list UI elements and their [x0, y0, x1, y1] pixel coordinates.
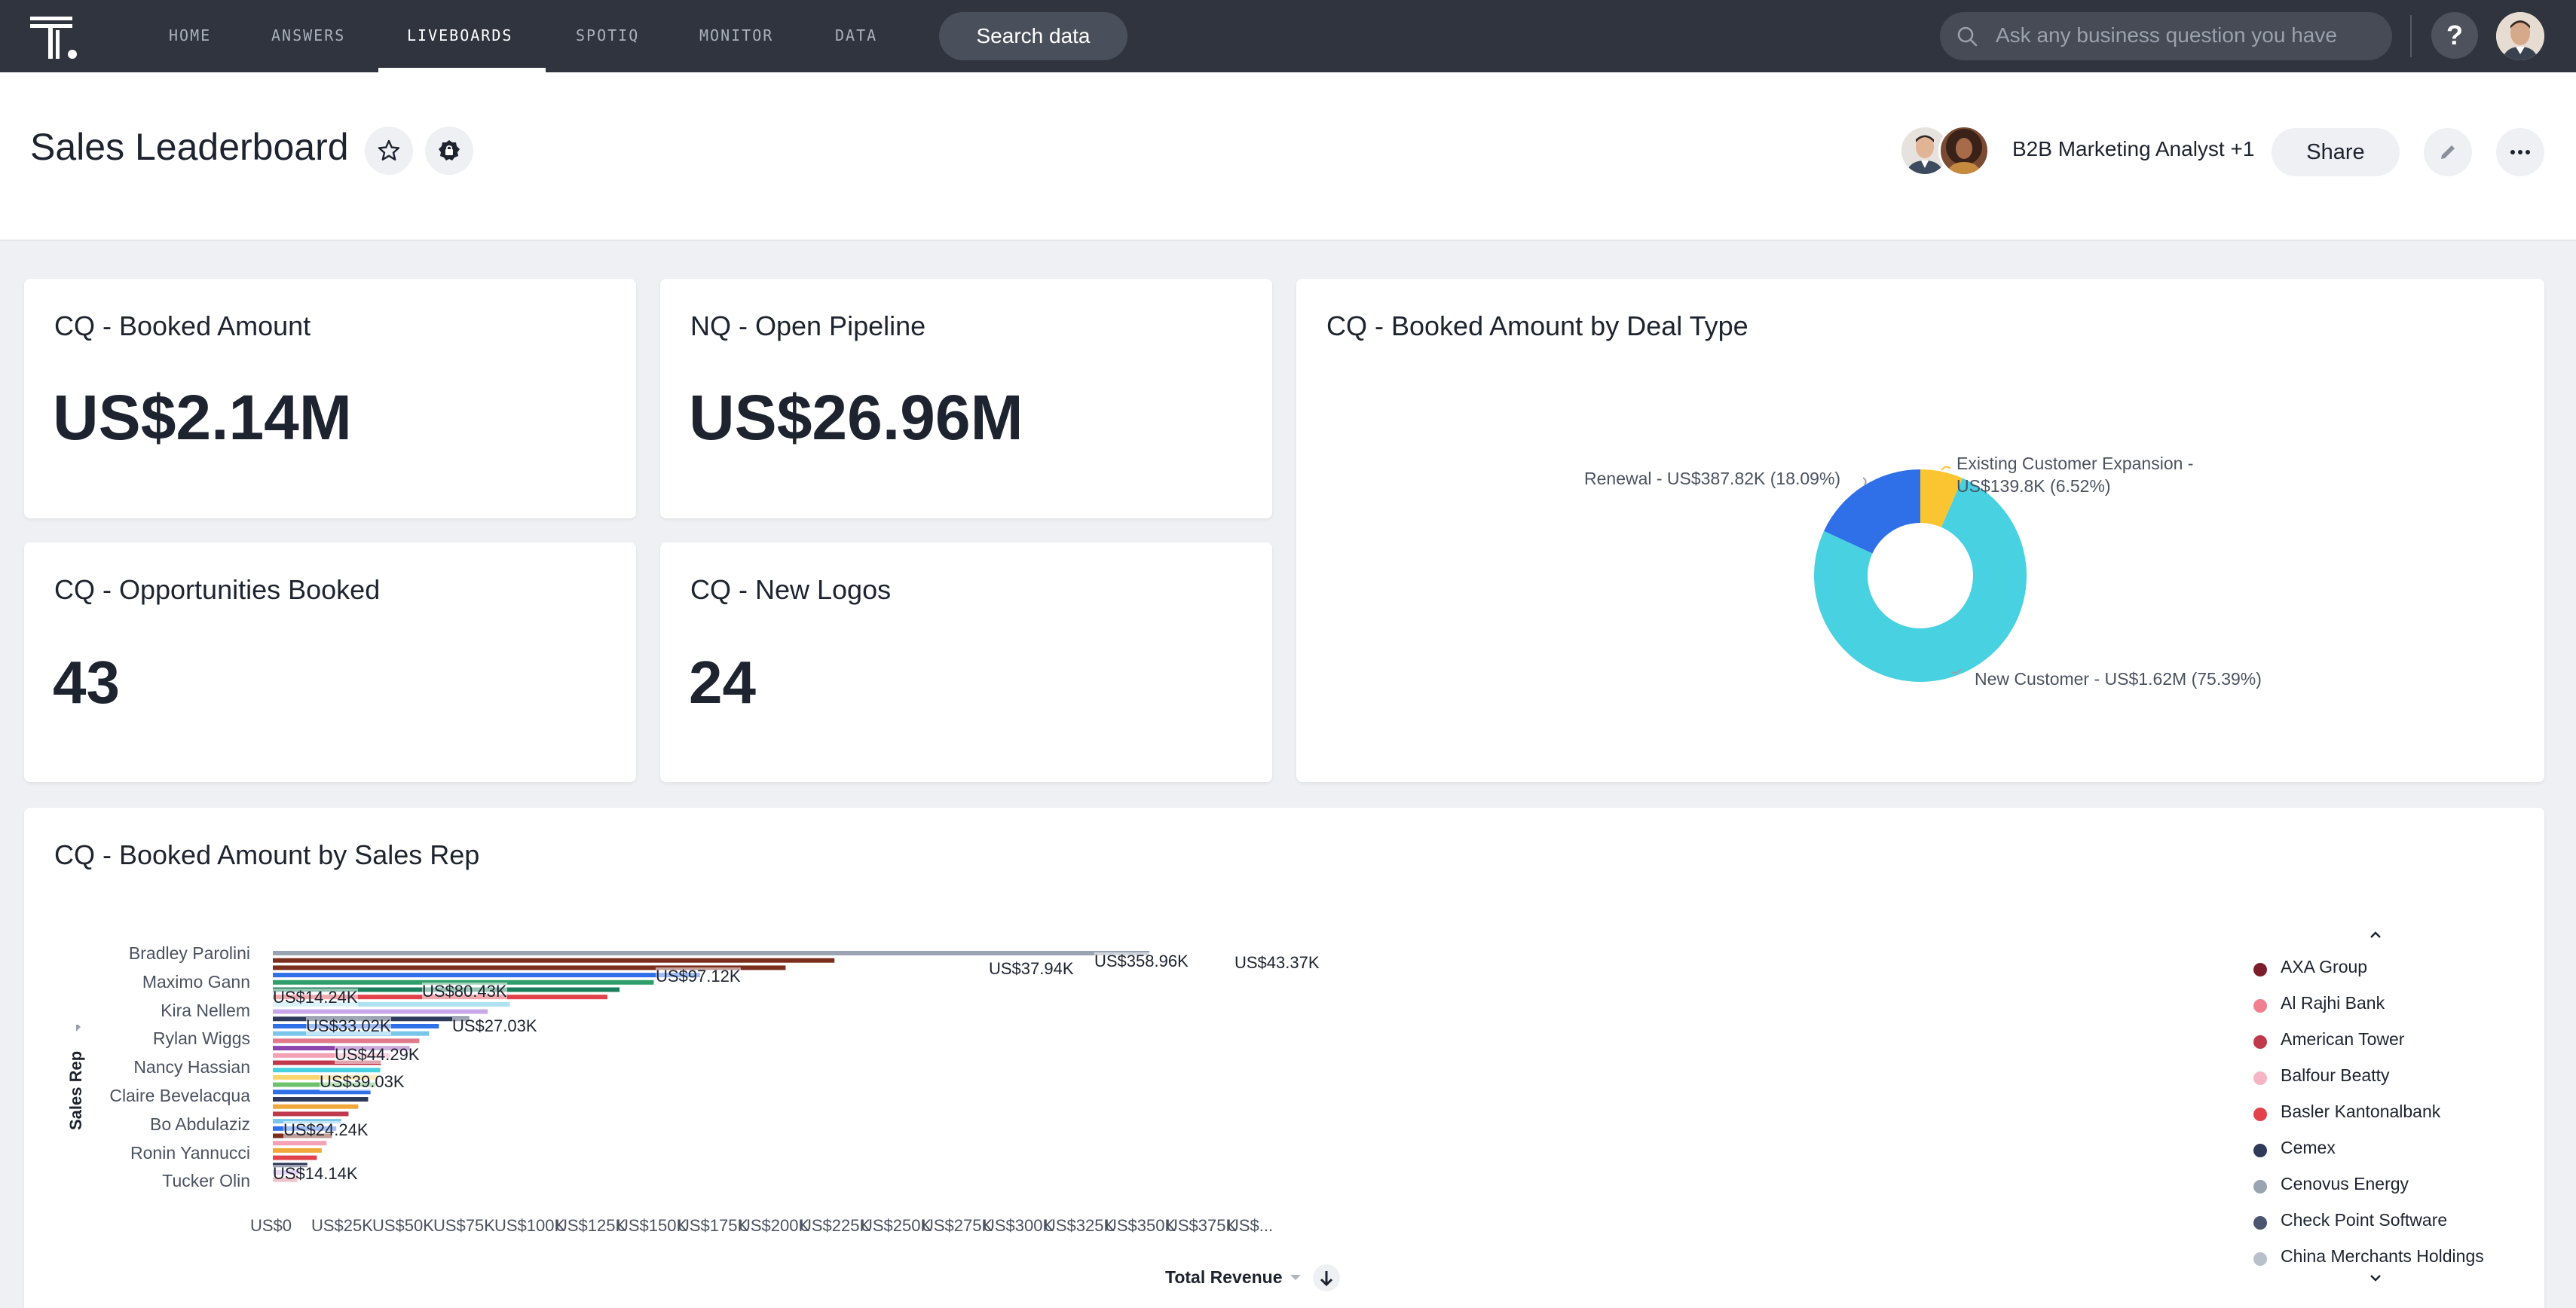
kpi-value: 43 — [53, 649, 120, 716]
star-icon — [378, 139, 400, 160]
verified-lock-button[interactable] — [425, 127, 473, 175]
ask-placeholder: Ask any business question you have — [1996, 23, 2337, 47]
nav-answers[interactable]: ANSWERS — [271, 0, 345, 72]
share-button[interactable]: Share — [2272, 128, 2400, 176]
legend-dot — [2253, 1108, 2267, 1121]
sort-caret-icon[interactable] — [1289, 1270, 1302, 1284]
bar-chart-card[interactable]: CQ - Booked Amount by Sales Rep — [24, 808, 2544, 1308]
favorite-button[interactable] — [365, 127, 413, 175]
nav-home[interactable]: HOME — [169, 0, 211, 72]
ask-question-input[interactable]: Ask any business question you have — [1940, 12, 2392, 60]
top-navigation-bar: HOME ANSWERS LIVEBOARDS SPOTIQ MONITOR D… — [0, 0, 2576, 72]
legend-dot — [2253, 1216, 2267, 1230]
lock-badge-icon — [439, 140, 460, 160]
user-avatar-icon — [2496, 12, 2544, 60]
legend-dot — [2253, 1252, 2267, 1266]
nav-data[interactable]: DATA — [835, 0, 877, 72]
legend-label: Cenovus Energy — [2281, 1174, 2409, 1193]
legend-dot — [2253, 963, 2267, 976]
x-axis-label[interactable]: Total Revenue — [1165, 1267, 1283, 1288]
legend-label: Cemex — [2281, 1138, 2336, 1157]
legend-dot — [2253, 999, 2267, 1013]
page-title: Sales Leaderboard — [30, 126, 349, 168]
search-data-button[interactable]: Search data — [939, 12, 1127, 60]
more-options-button[interactable] — [2496, 128, 2544, 176]
legend-scroll-up-icon[interactable] — [2368, 928, 2383, 940]
legend-label: American Tower — [2281, 1029, 2405, 1049]
slice-label-expansion: Existing Customer Expansion - — [1956, 454, 2194, 473]
liveboard-header: Sales Leaderboard B2B Marketing Analyst … — [0, 72, 2576, 241]
shared-with-text[interactable]: B2B Marketing Analyst +1 — [2012, 137, 2254, 161]
legend-dot — [2253, 1035, 2267, 1049]
kpi-value: US$2.14M — [53, 382, 352, 453]
nav-monitor[interactable]: MONITOR — [699, 0, 773, 72]
legend-label: Al Rajhi Bank — [2281, 993, 2385, 1013]
slice-label-new-customer: New Customer - US$1.62M (75.39%) — [1975, 669, 2262, 689]
more-horizontal-icon — [2510, 150, 2530, 154]
legend-label: AXA Group — [2281, 957, 2368, 976]
donut-chart — [1814, 466, 2027, 682]
slice-label-expansion-value: US$139.8K (6.52%) — [1956, 476, 2111, 496]
legend-dot — [2253, 1180, 2267, 1193]
kpi-card-opportunities-booked[interactable]: CQ - Opportunities Booked 43 — [24, 542, 636, 782]
legend-dot — [2253, 1071, 2267, 1085]
legend-dot — [2253, 1144, 2267, 1157]
shared-avatars[interactable] — [1899, 125, 1997, 178]
kpi-title: NQ - Open Pipeline — [690, 310, 926, 341]
help-button[interactable]: ? — [2431, 12, 2478, 59]
legend-scroll-down-icon[interactable] — [2368, 1272, 2383, 1284]
kpi-value: US$26.96M — [689, 382, 1023, 453]
kpi-card-new-logos[interactable]: CQ - New Logos 24 — [660, 542, 1272, 782]
edit-button[interactable] — [2424, 128, 2472, 176]
legend-label: Basler Kantonalbank — [2281, 1102, 2441, 1121]
kpi-title: CQ - New Logos — [690, 574, 892, 605]
donut-chart-card[interactable]: CQ - Booked Amount by Deal Type Renewal … — [1296, 279, 2544, 782]
nav-liveboards[interactable]: LIVEBOARDS — [407, 0, 512, 72]
nav-spotiq[interactable]: SPOTIQ — [576, 0, 639, 72]
pencil-icon — [2441, 145, 2455, 159]
kpi-title: CQ - Opportunities Booked — [54, 574, 381, 605]
kpi-card-booked-amount[interactable]: CQ - Booked Amount US$2.14M — [24, 279, 636, 518]
kpi-card-open-pipeline[interactable]: NQ - Open Pipeline US$26.96M — [660, 279, 1272, 518]
sort-direction-button[interactable] — [1313, 1264, 1340, 1291]
legend-label: Check Point Software — [2281, 1210, 2448, 1230]
nav-divider — [2410, 15, 2412, 57]
slice-label-renewal: Renewal - US$387.82K (18.09%) — [1584, 469, 1841, 488]
user-avatar[interactable] — [2496, 12, 2544, 60]
kpi-title: CQ - Booked Amount — [54, 310, 311, 341]
chart-title: CQ - Booked Amount by Sales Rep — [54, 839, 480, 870]
kpi-value: 24 — [689, 649, 756, 716]
arrow-down-icon — [1320, 1271, 1333, 1287]
search-icon — [1957, 26, 1978, 47]
legend-label: Balfour Beatty — [2281, 1065, 2390, 1085]
legend-label: China Merchants Holdings — [2281, 1246, 2484, 1266]
thoughtspot-logo-icon[interactable] — [30, 17, 77, 59]
avatar-woman — [1938, 125, 1990, 176]
